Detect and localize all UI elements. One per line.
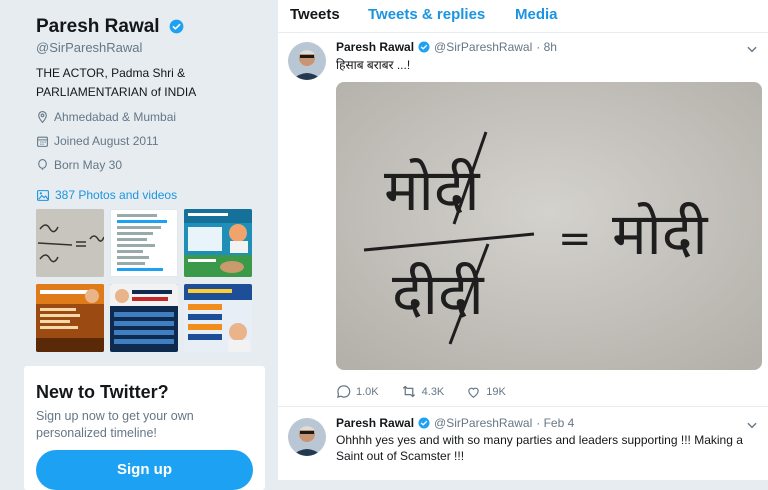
tab-media[interactable]: Media	[515, 6, 558, 23]
tweet-header: Paresh Rawal @SirPareshRawal · 8h	[336, 40, 557, 54]
photo-thumbnail[interactable]	[110, 209, 178, 277]
calendar-icon	[37, 136, 48, 147]
handwritten-word-bottom: दीदी	[392, 260, 485, 328]
sign-up-button[interactable]: Sign up	[36, 450, 253, 490]
verified-badge-icon	[169, 20, 184, 34]
profile-tabs: Tweets Tweets & replies Media	[278, 0, 768, 33]
tweet-text: हिसाब बराबर ...!	[336, 58, 411, 72]
tweet-image[interactable]: मोदी दीदी = मोदी	[336, 82, 762, 370]
joined-row: Joined August 2011	[36, 134, 159, 148]
profile-handle[interactable]: @SirPareshRawal	[36, 40, 142, 55]
reply-icon	[337, 385, 351, 399]
handwritten-word-right: मोदी	[612, 200, 709, 268]
photo-thumbnail[interactable]	[184, 284, 252, 352]
timeline: Tweets Tweets & replies Media Paresh Raw…	[277, 0, 768, 480]
handwritten-equals: =	[558, 216, 592, 262]
like-button[interactable]: 19K	[466, 385, 506, 399]
reply-button[interactable]: 1.0K	[336, 384, 379, 399]
balloon-icon	[38, 159, 47, 170]
heart-icon	[468, 387, 480, 398]
poster-thumbnail-image	[36, 284, 104, 352]
tweet-author-name[interactable]: Paresh Rawal	[336, 416, 414, 430]
reply-count: 1.0K	[356, 385, 379, 398]
photo-thumbnail[interactable]	[184, 209, 252, 277]
tweet-text: Ohhhh yes yes and with so many parties a…	[336, 433, 743, 463]
tab-tweets-replies[interactable]: Tweets & replies	[368, 6, 485, 23]
profile-photo-image	[288, 418, 326, 456]
avatar[interactable]	[288, 42, 326, 80]
tab-tweets[interactable]: Tweets	[290, 6, 340, 23]
tweet-actions: 1.0K 4.3K 19K	[336, 384, 528, 399]
location-pin-icon	[38, 111, 47, 124]
photos-videos-link[interactable]: 387 Photos and videos	[36, 188, 177, 202]
profile-photo-image	[288, 42, 326, 80]
poster-thumbnail-image	[184, 284, 252, 352]
retweet-count: 4.3K	[421, 385, 445, 398]
tweet-timestamp[interactable]: · Feb 4	[536, 416, 574, 430]
tweet-header: Paresh Rawal @SirPareshRawal · Feb 4	[336, 416, 574, 430]
chevron-down-icon[interactable]	[745, 42, 759, 56]
verified-badge-icon	[418, 41, 430, 53]
location-row: Ahmedabad & Mumbai	[36, 110, 176, 124]
profile-bio: THE ACTOR, Padma Shri & PARLIAMENTARIAN …	[36, 66, 197, 99]
tweet-divider	[278, 406, 768, 407]
profile-name[interactable]: Paresh Rawal	[36, 16, 184, 38]
retweet-button[interactable]: 4.3K	[401, 384, 445, 399]
profile-sidebar: Paresh Rawal @SirPareshRawal THE ACTOR, …	[0, 0, 277, 490]
poster-thumbnail-image	[110, 284, 178, 352]
tweet-author-handle[interactable]: @SirPareshRawal	[434, 416, 532, 430]
infographic-thumbnail-image	[184, 209, 252, 277]
tweet-timestamp[interactable]: · 8h	[536, 40, 557, 54]
photo-thumbnail[interactable]	[36, 209, 104, 277]
photo-thumbnail[interactable]	[36, 284, 104, 352]
handwritten-note-image: मोदी दीदी = मोदी	[336, 82, 762, 370]
photo-thumbnail[interactable]	[110, 284, 178, 352]
like-count: 19K	[486, 385, 506, 398]
retweet-icon	[402, 385, 415, 398]
chevron-down-icon[interactable]	[745, 418, 759, 432]
card-text: Sign up now to get your own personalized…	[36, 409, 194, 440]
tweet-author-handle[interactable]: @SirPareshRawal	[434, 40, 532, 54]
tweet-author-name[interactable]: Paresh Rawal	[336, 40, 414, 54]
avatar[interactable]	[288, 418, 326, 456]
handwriting-thumbnail-image	[36, 209, 104, 277]
verified-badge-icon	[418, 417, 430, 429]
born-row: Born May 30	[36, 158, 122, 172]
photo-icon	[37, 189, 49, 201]
card-title: New to Twitter?	[36, 382, 169, 402]
text-screenshot-thumbnail-image	[111, 210, 177, 276]
new-to-twitter-card: New to Twitter? Sign up now to get your …	[24, 366, 265, 490]
